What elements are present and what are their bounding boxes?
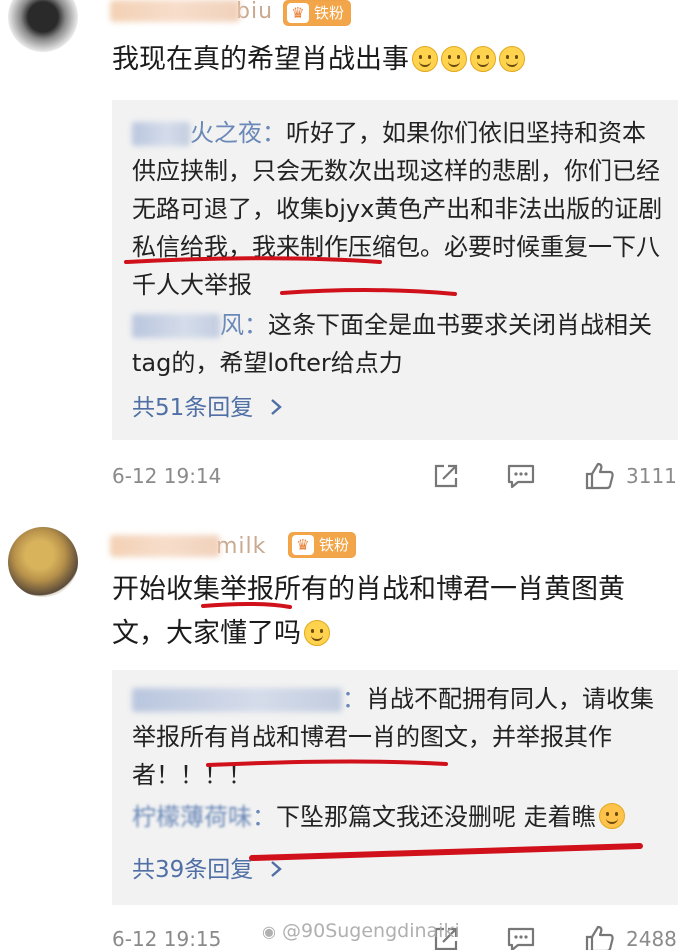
username[interactable]: milk [110, 533, 266, 563]
share-button[interactable] [432, 456, 460, 496]
reply-thread[interactable]: 火之夜：听好了，如果你们依旧坚持和资本供应挟制，只会无数次出现这样的悲剧，你们已… [112, 100, 678, 440]
badge-label: 铁粉 [319, 536, 350, 554]
reply-author-blurred [132, 122, 190, 146]
reply-item[interactable]: 火之夜：听好了，如果你们依旧坚持和资本供应挟制，只会无数次出现这样的悲剧，你们已… [132, 114, 664, 304]
crown-icon: ♛ [292, 535, 314, 555]
comment-body: 开始收集举报所有的肖战和博君一肖黄图黄文，大家懂了吗 [112, 574, 625, 649]
smile-emoji-icon [470, 46, 496, 72]
comment-text: 开始收集举报所有的肖战和博君一肖黄图黄文，大家懂了吗 [112, 568, 670, 656]
comment-button[interactable] [506, 456, 536, 496]
more-replies-link[interactable]: 共39条回复 [132, 850, 283, 884]
chevron-right-icon [270, 861, 282, 877]
watermark-text: @90Sugengdinaiki [282, 920, 460, 942]
reply-author[interactable]: 柠檬薄荷味 [132, 803, 252, 831]
smile-emoji-icon [499, 46, 525, 72]
reply-thread[interactable]: ：肖战不配拥有同人，请收集举报所有肖战和博君一肖的图文，并举报其作者！！！！ 柠… [112, 670, 678, 905]
like-button[interactable]: 2488 [584, 919, 677, 950]
smile-emoji-icon [441, 46, 467, 72]
comment-card: biu ♛ 铁粉 我现在真的希望肖战出事 火之夜：听好了，如果你们依旧坚持和资本供… [0, 0, 690, 505]
weibo-watermark: ◉ @90Sugengdinaiki [262, 920, 460, 942]
comment-icon [507, 927, 535, 950]
username-visible-part: biu [236, 0, 274, 24]
comment-icon [507, 464, 535, 489]
comment-footer: 6-12 19:14 3111 [112, 456, 682, 496]
more-replies-label: 共51条回复 [132, 395, 254, 421]
reply-author[interactable]: 风 [220, 311, 244, 339]
drool-emoji-icon [598, 803, 625, 829]
crown-icon: ♛ [287, 3, 309, 23]
comment-card: milk ♛ 铁粉 开始收集举报所有的肖战和博君一肖黄图黄文，大家懂了吗 ：肖战不… [0, 505, 690, 950]
weibo-logo-icon: ◉ [262, 922, 276, 941]
reply-text: 下坠那篇文我还没删呢 走着瞧 [276, 803, 596, 831]
thumbs-up-icon [585, 462, 614, 490]
username-blurred [110, 535, 220, 557]
like-count: 3111 [626, 464, 677, 488]
timestamp: 6-12 19:15 [112, 927, 222, 950]
more-replies-label: 共39条回复 [132, 857, 254, 883]
fan-badge[interactable]: ♛ 铁粉 [283, 0, 352, 26]
chevron-right-icon [270, 399, 282, 415]
fan-badge[interactable]: ♛ 铁粉 [288, 532, 357, 558]
more-replies-link[interactable]: 共51条回复 [132, 388, 283, 422]
comment-button[interactable] [506, 919, 536, 950]
avatar[interactable] [8, 0, 78, 52]
comment-body: 我现在真的希望肖战出事 [112, 44, 409, 75]
timestamp: 6-12 19:14 [112, 464, 222, 488]
share-icon [434, 464, 458, 488]
reply-item[interactable]: 柠檬薄荷味：下坠那篇文我还没删呢 走着瞧 [132, 798, 664, 836]
avatar[interactable] [8, 527, 78, 597]
like-count: 2488 [626, 927, 677, 950]
smile-emoji-icon [304, 620, 330, 646]
reply-item[interactable]: 风：这条下面全是血书要求关闭肖战相关tag的，希望lofter给点力 [132, 306, 664, 382]
username[interactable]: biu [110, 0, 273, 28]
reply-author[interactable]: 火之夜 [190, 119, 262, 147]
like-button[interactable]: 3111 [584, 456, 677, 496]
reply-author-blurred [132, 314, 220, 338]
reply-author-blurred [132, 688, 342, 712]
username-blurred [110, 0, 240, 22]
username-visible-part: milk [216, 533, 267, 559]
thumbs-up-icon [585, 925, 614, 950]
reply-item[interactable]: ：肖战不配拥有同人，请收集举报所有肖战和博君一肖的图文，并举报其作者！！！！ [132, 680, 664, 794]
comment-text: 我现在真的希望肖战出事 [112, 38, 670, 82]
badge-label: 铁粉 [314, 4, 345, 22]
smile-emoji-icon [412, 46, 438, 72]
